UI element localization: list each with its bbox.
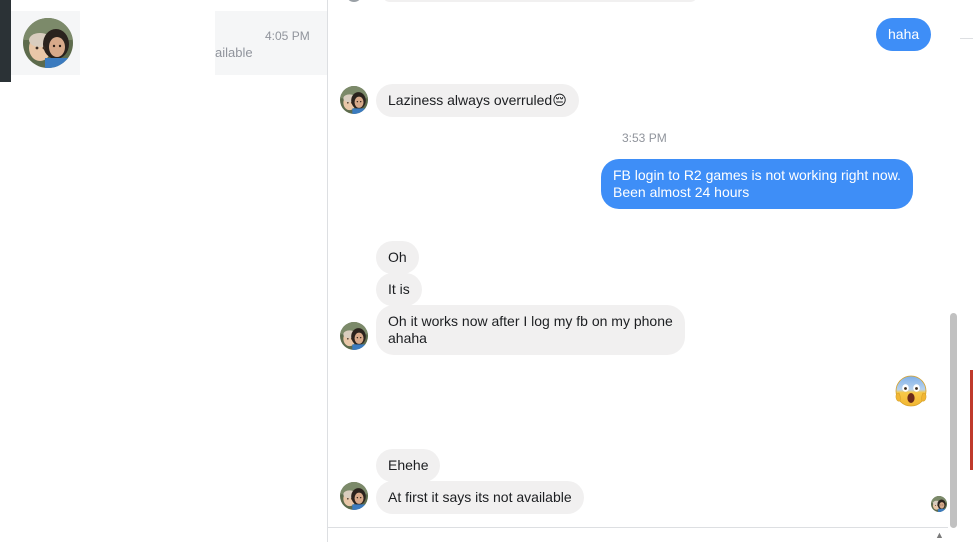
child-photo-avatar-icon — [23, 18, 73, 68]
avatar — [346, 0, 362, 2]
message-bubble-incoming[interactable]: Laziness always overruled😔 — [376, 84, 579, 117]
scrollbar-thumb[interactable] — [950, 313, 957, 528]
conversation-name-area — [80, 11, 215, 75]
avatar[interactable] — [340, 322, 368, 350]
message-line: FB login to R2 games is not working righ… — [613, 167, 901, 183]
message-bubble-partial — [382, 0, 698, 2]
message-bubble-incoming[interactable]: At first it says its not available — [376, 481, 584, 514]
avatar — [23, 18, 73, 68]
child-photo-avatar-icon — [931, 496, 947, 512]
avatar[interactable] — [340, 86, 368, 114]
message-line: Been almost 24 hours — [613, 184, 750, 200]
message-bubble-incoming[interactable]: It is — [376, 273, 422, 306]
conversation-time: 4:05 PM — [265, 29, 310, 43]
conversation-list-item[interactable]: 4:05 PM ailable — [11, 11, 327, 75]
scroll-arrow-icon[interactable]: ▲ — [935, 530, 944, 540]
child-photo-avatar-icon — [340, 86, 368, 114]
thread-timestamp: 3:53 PM — [622, 131, 667, 145]
avatar[interactable] — [340, 482, 368, 510]
message-bubble-incoming[interactable]: Oh — [376, 241, 419, 274]
seen-receipt-avatar — [931, 496, 947, 512]
divider — [960, 38, 973, 39]
message-emoji-outgoing[interactable] — [894, 374, 928, 408]
composer-divider — [328, 527, 948, 528]
child-photo-avatar-icon — [340, 322, 368, 350]
window-edge — [0, 0, 11, 82]
message-bubble-outgoing[interactable]: FB login to R2 games is not working righ… — [601, 159, 913, 209]
pane-divider — [327, 0, 328, 542]
conversation-snippet: ailable — [215, 45, 253, 60]
message-bubble-outgoing[interactable]: haha — [876, 18, 932, 51]
face-screaming-in-fear-icon — [895, 375, 927, 407]
message-bubble-incoming[interactable]: Oh it works now after I log my fb on my … — [376, 305, 685, 355]
child-photo-avatar-icon — [340, 482, 368, 510]
message-line: ahaha — [388, 330, 427, 346]
message-bubble-incoming[interactable]: Ehehe — [376, 449, 441, 482]
message-line: Oh it works now after I log my fb on my … — [388, 313, 673, 329]
